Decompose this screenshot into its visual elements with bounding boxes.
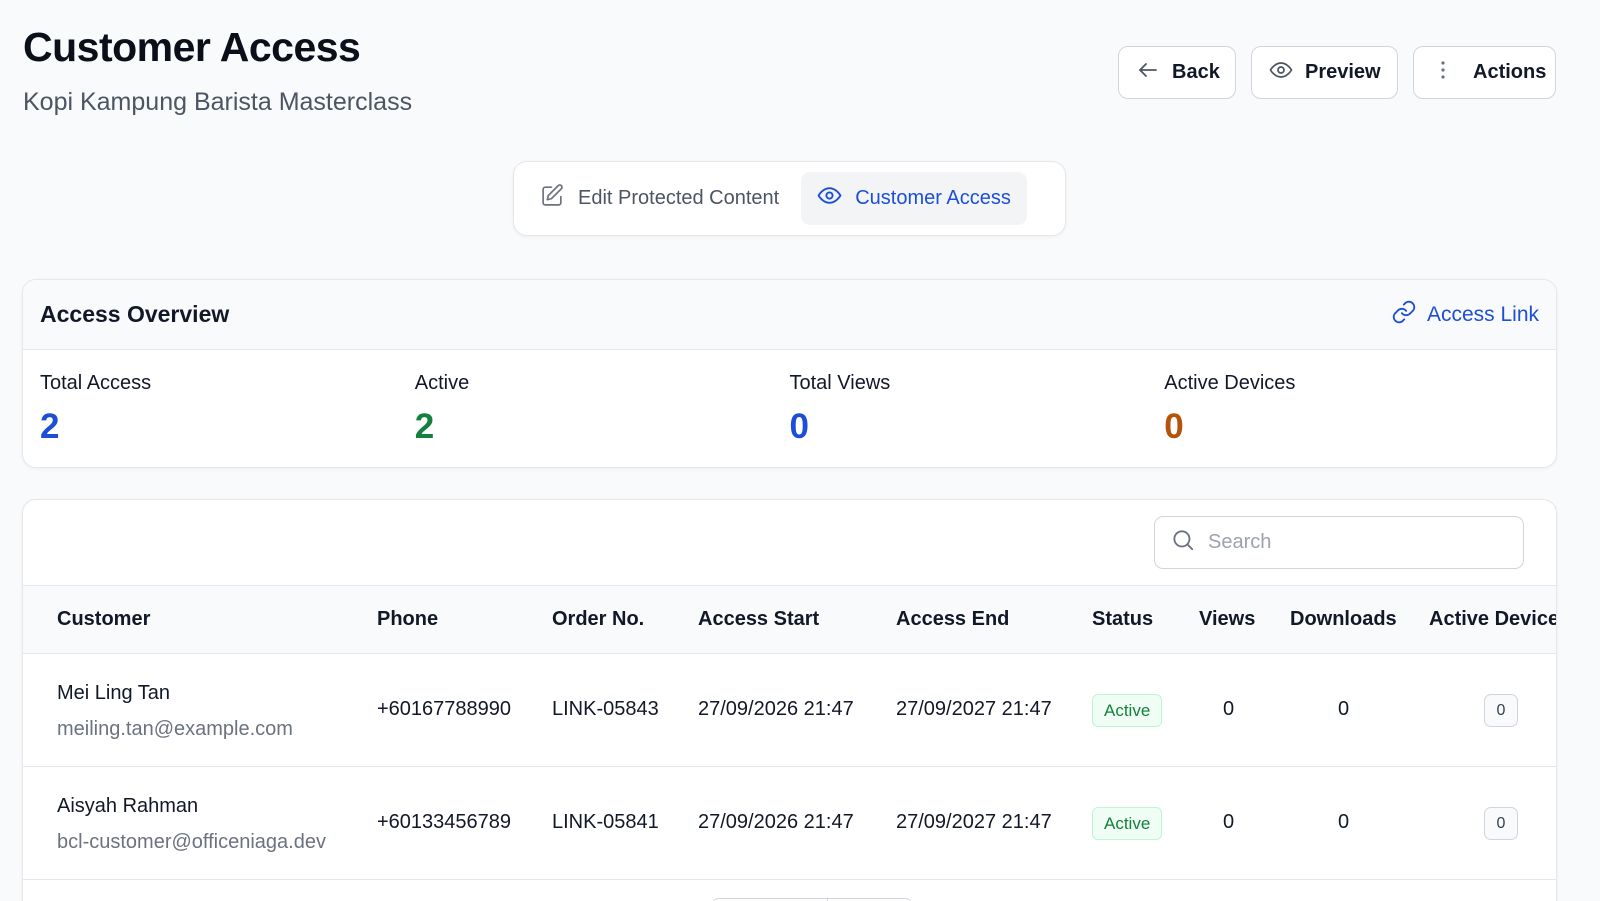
dots-vertical-icon: [1431, 58, 1455, 88]
page-title: Customer Access: [23, 24, 361, 70]
customer-phone: +60133456789: [377, 811, 512, 833]
stat-value: 2: [414, 407, 435, 446]
search-box: [1154, 516, 1524, 569]
active-devices-badge[interactable]: 0: [1484, 807, 1518, 840]
tab-customer-access[interactable]: Customer Access: [801, 172, 1027, 225]
access-end: 27/09/2027 21:47: [896, 811, 1052, 833]
column-header-order-no[interactable]: Order No.: [552, 586, 644, 653]
column-header-access-start[interactable]: Access Start: [698, 586, 819, 653]
column-header-customer[interactable]: Customer: [57, 586, 150, 653]
stat-value: 2: [40, 407, 60, 446]
pencil-square-icon: [540, 183, 565, 214]
header-actions: Back Preview Actions: [1118, 46, 1556, 99]
tab-edit-protected-content[interactable]: Edit Protected Content: [524, 172, 795, 225]
back-button-label: Back: [1172, 61, 1220, 83]
stat-label: Total Access: [40, 372, 152, 394]
actions-button[interactable]: Actions: [1413, 46, 1556, 99]
back-button[interactable]: Back: [1118, 46, 1236, 99]
page-subtitle: Kopi Kampung Barista Masterclass: [23, 88, 413, 116]
table-header: Customer Phone Order No. Access Start Ac…: [23, 585, 1556, 654]
views-count: 0: [1223, 811, 1235, 833]
views-count: 0: [1223, 698, 1235, 720]
search-input[interactable]: [1208, 531, 1508, 554]
access-overview-card: Access Overview Access Link Total Access…: [22, 279, 1557, 468]
stat-label: Active: [414, 372, 470, 394]
order-number: LINK-05843: [552, 698, 659, 720]
customer-email: meiling.tan@example.com: [57, 718, 293, 740]
content-tabs: Edit Protected Content Customer Access: [513, 161, 1066, 236]
preview-button[interactable]: Preview: [1251, 46, 1398, 99]
access-link-button[interactable]: Access Link: [1391, 299, 1539, 331]
eye-icon: [1269, 58, 1293, 88]
column-header-downloads[interactable]: Downloads: [1290, 586, 1397, 653]
stat-total-views: Total Views 0: [790, 372, 1165, 447]
column-header-access-end[interactable]: Access End: [896, 586, 1009, 653]
stats-row: Total Access 2 Active 2 Total Views 0 Ac…: [23, 350, 1556, 447]
stat-active: Active 2: [415, 372, 790, 447]
tab-label: Customer Access: [855, 187, 1011, 209]
arrow-left-icon: [1136, 58, 1160, 88]
access-start: 27/09/2026 21:47: [698, 811, 854, 833]
access-overview-header: Access Overview Access Link: [23, 280, 1556, 350]
column-header-status[interactable]: Status: [1092, 586, 1153, 653]
customer-name: Mei Ling Tan: [57, 682, 171, 704]
stat-label: Active Devices: [1164, 372, 1296, 394]
table-row[interactable]: Mei Ling Tan meiling.tan@example.com +60…: [23, 654, 1556, 767]
customer-email: bcl-customer@officeniaga.dev: [57, 831, 326, 853]
order-number: LINK-05841: [552, 811, 659, 833]
access-link-label: Access Link: [1426, 302, 1539, 326]
access-start: 27/09/2026 21:47: [698, 698, 854, 720]
stat-active-devices: Active Devices 0: [1164, 372, 1539, 447]
active-devices-badge[interactable]: 0: [1484, 694, 1518, 727]
downloads-count: 0: [1338, 811, 1350, 833]
column-header-phone[interactable]: Phone: [377, 586, 438, 653]
column-header-active-device[interactable]: Active Device: [1429, 586, 1556, 653]
customer-phone: +60167788990: [377, 698, 512, 720]
eye-icon: [817, 183, 842, 214]
preview-button-label: Preview: [1305, 61, 1381, 83]
actions-button-label: Actions: [1473, 61, 1547, 83]
customer-table-card: Customer Phone Order No. Access Start Ac…: [22, 499, 1557, 901]
table-row[interactable]: Aisyah Rahman bcl-customer@officeniaga.d…: [23, 767, 1556, 880]
stat-value: 0: [1164, 407, 1184, 446]
stat-label: Total Views: [789, 372, 891, 394]
column-header-views[interactable]: Views: [1199, 586, 1255, 653]
customer-name: Aisyah Rahman: [57, 795, 199, 817]
tab-label: Edit Protected Content: [578, 187, 780, 209]
search-icon: [1170, 527, 1196, 558]
stat-value: 0: [789, 407, 809, 446]
access-end: 27/09/2027 21:47: [896, 698, 1052, 720]
link-icon: [1391, 299, 1417, 331]
status-badge: Active: [1092, 694, 1163, 727]
stat-total-access: Total Access 2: [40, 372, 415, 447]
status-badge: Active: [1092, 807, 1163, 840]
downloads-count: 0: [1338, 698, 1350, 720]
access-overview-title: Access Overview: [40, 301, 230, 327]
